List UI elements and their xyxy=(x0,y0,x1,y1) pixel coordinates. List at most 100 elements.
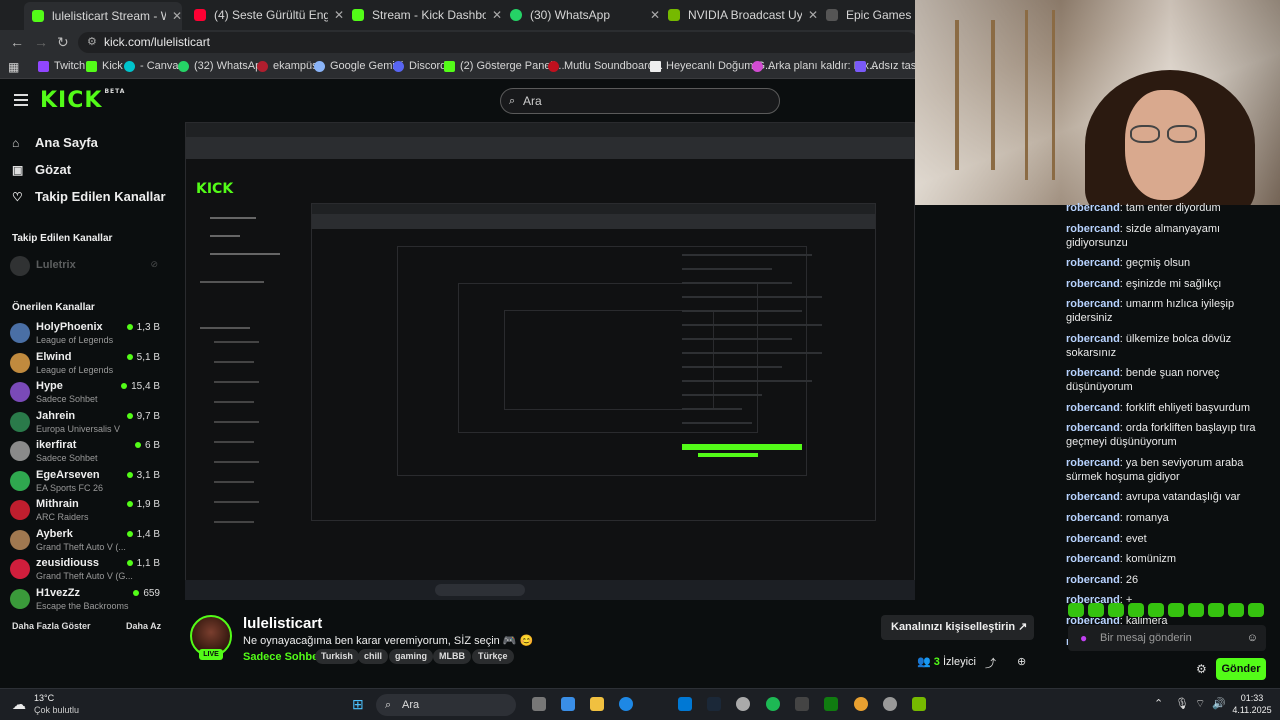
tray-chevron-icon[interactable]: ⌃ xyxy=(1154,697,1163,710)
weather-icon[interactable]: ☁ xyxy=(12,696,26,713)
chatgpt-icon[interactable] xyxy=(736,697,750,711)
edge-icon[interactable] xyxy=(619,697,633,711)
wifi-icon[interactable]: ⌔ xyxy=(1195,697,1205,711)
recommended-channel-item[interactable]: Jahrein Europa Universalis V 9,7 B xyxy=(10,409,160,437)
reload-icon[interactable]: ↻ xyxy=(57,34,69,51)
tab-epic-games[interactable]: Epic Games Store | PC xyxy=(818,4,918,26)
microphone-tray-icon[interactable]: 🎙 xyxy=(1175,697,1189,710)
show-less-link[interactable]: Daha Az xyxy=(126,621,161,631)
bookmark-canva[interactable]: - Canva xyxy=(124,60,179,72)
clock-date[interactable]: 4.11.2025 xyxy=(1232,705,1272,715)
chat-username[interactable]: robercand xyxy=(1066,422,1120,434)
video-player[interactable]: KICK xyxy=(185,122,915,600)
nav-following[interactable]: ♡ Takip Edilen Kanallar xyxy=(12,189,166,204)
bookmark-twitch[interactable]: Twitch xyxy=(38,60,85,72)
epic-games-icon[interactable] xyxy=(795,697,809,711)
send-button[interactable]: Gönder xyxy=(1216,658,1266,680)
chat-username[interactable]: robercand xyxy=(1066,278,1120,290)
recommended-channel-item[interactable]: zeusidiouss Grand Theft Auto V (G... 1,1 B xyxy=(10,556,160,584)
share-icon[interactable]: ⤴ xyxy=(985,655,996,671)
search-input[interactable]: ⌕ Ara xyxy=(500,88,780,114)
chrome-icon[interactable] xyxy=(854,697,868,711)
menu-icon[interactable] xyxy=(14,94,28,106)
chat-username[interactable]: robercand xyxy=(1066,512,1120,524)
bookmark-gemini[interactable]: Google Gemini xyxy=(314,60,403,72)
tab-youtube[interactable]: (4) Seste Gürültü Engelleme #N ✕ xyxy=(186,4,344,26)
recommended-channel-item[interactable]: Ayberk Grand Theft Auto V (... 1,4 B xyxy=(10,527,160,555)
steam-icon[interactable] xyxy=(707,697,721,711)
task-view-icon[interactable] xyxy=(532,697,546,711)
emote-icon[interactable] xyxy=(1248,603,1264,617)
emote-icon[interactable] xyxy=(1128,603,1144,617)
tag-turkce[interactable]: Türkçe xyxy=(472,649,514,664)
site-info-icon[interactable]: ⚙ xyxy=(87,32,97,53)
bookmark-dashboard[interactable]: (2) Gösterge Paneli... xyxy=(444,60,565,72)
nav-home[interactable]: ⌂ Ana Sayfa xyxy=(12,135,98,150)
tab-lulelisticart[interactable]: lulelisticart Stream - Watch Live ✕ xyxy=(24,2,182,30)
close-tab-icon[interactable]: ✕ xyxy=(172,9,182,23)
chat-settings-icon[interactable]: ⚙ xyxy=(1196,662,1207,676)
chat-username[interactable]: robercand xyxy=(1066,223,1120,235)
bookmark-kick[interactable]: Kick xyxy=(86,60,123,72)
close-tab-icon[interactable]: ✕ xyxy=(650,8,660,22)
recommended-channel-item[interactable]: H1vezZz Escape the Backrooms 659 xyxy=(10,586,160,614)
stream-category[interactable]: Sadece Sohbet xyxy=(243,651,322,663)
followed-channel-item[interactable]: Luletrix ⊘ xyxy=(10,253,160,281)
chat-username[interactable]: robercand xyxy=(1066,457,1120,469)
tag-chill[interactable]: chill xyxy=(358,649,389,664)
add-user-icon[interactable]: ⊕ xyxy=(1017,655,1026,668)
streamer-name[interactable]: lulelisticart xyxy=(243,615,322,632)
recommended-channel-item[interactable]: Mithrain ARC Raiders 1,9 B xyxy=(10,497,160,525)
close-tab-icon[interactable]: ✕ xyxy=(334,8,344,22)
emote-icon[interactable] xyxy=(1108,603,1124,617)
clock-time[interactable]: 01:33 xyxy=(1232,693,1272,703)
copilot-icon[interactable] xyxy=(561,697,575,711)
tab-whatsapp[interactable]: (30) WhatsApp ✕ xyxy=(502,4,660,26)
tag-turkish[interactable]: Turkish xyxy=(315,649,359,664)
customize-channel-button[interactable]: Kanalınızı kişiselleştirin ↗ xyxy=(881,615,1034,640)
xbox-icon[interactable] xyxy=(824,697,838,711)
tab-kick-dashboard[interactable]: Stream - Kick Dashboard ✕ xyxy=(344,4,502,26)
close-tab-icon[interactable]: ✕ xyxy=(492,8,502,22)
address-bar[interactable]: ⚙ kick.com/lulelisticart xyxy=(78,32,918,53)
chat-username[interactable]: robercand xyxy=(1066,574,1120,586)
chat-username[interactable]: robercand xyxy=(1066,298,1120,310)
volume-icon[interactable]: 🔊 xyxy=(1212,697,1226,710)
chat-username[interactable]: robercand xyxy=(1066,367,1120,379)
emote-icon[interactable] xyxy=(1148,603,1164,617)
bookmark-ekampus[interactable]: ekampüs xyxy=(257,60,318,72)
apps-grid-icon[interactable]: ▦ xyxy=(8,60,19,74)
chat-username[interactable]: robercand xyxy=(1066,257,1120,269)
forward-icon[interactable]: → xyxy=(34,34,48,50)
back-icon[interactable]: ← xyxy=(10,34,24,50)
emote-icon[interactable] xyxy=(1228,603,1244,617)
recommended-channel-item[interactable]: EgeArseven EA Sports FC 26 3,1 B xyxy=(10,468,160,496)
tab-nvidia-broadcast[interactable]: NVIDIA Broadcast Uygulaması ✕ xyxy=(660,4,818,26)
tag-mlbb[interactable]: MLBB xyxy=(433,649,471,664)
chat-username[interactable]: robercand xyxy=(1066,402,1120,414)
windows-start-icon[interactable]: ⊞ xyxy=(352,696,364,713)
bookmark-discord[interactable]: Discord xyxy=(393,60,446,72)
show-more-link[interactable]: Daha Fazla Göster xyxy=(12,621,91,631)
emote-bar[interactable] xyxy=(1068,603,1268,619)
recommended-channel-item[interactable]: Hype Sadece Sohbet 15,4 B xyxy=(10,379,160,407)
outlook-icon[interactable] xyxy=(678,697,692,711)
recommended-channel-item[interactable]: Elwind League of Legends 5,1 B xyxy=(10,350,160,378)
chat-username[interactable]: robercand xyxy=(1066,202,1120,214)
emote-icon[interactable] xyxy=(1088,603,1104,617)
microphone-icon[interactable]: ● xyxy=(1080,625,1087,651)
bookmark-soundboard[interactable]: Mutlu Soundboard... xyxy=(548,60,663,72)
emote-icon[interactable] xyxy=(1068,603,1084,617)
chat-input[interactable]: ● Bir mesaj gönderin ☺ xyxy=(1068,625,1266,651)
recommended-channel-item[interactable]: ikerfirat Sadece Sohbet 6 B xyxy=(10,438,160,466)
bookmark-whatsapp[interactable]: (32) WhatsApp xyxy=(178,60,267,72)
spotify-icon[interactable] xyxy=(766,697,780,711)
emoji-icon[interactable]: ☺ xyxy=(1247,625,1258,651)
nvidia-icon[interactable] xyxy=(912,697,926,711)
obs-icon[interactable] xyxy=(883,697,897,711)
close-tab-icon[interactable]: ✕ xyxy=(808,8,818,22)
file-explorer-icon[interactable] xyxy=(590,697,604,711)
kick-logo[interactable]: KICK BETA xyxy=(40,88,125,113)
recommended-channel-item[interactable]: HolyPhoenix League of Legends 1,3 B xyxy=(10,320,160,348)
nav-browse[interactable]: ▣ Gözat xyxy=(12,162,71,177)
